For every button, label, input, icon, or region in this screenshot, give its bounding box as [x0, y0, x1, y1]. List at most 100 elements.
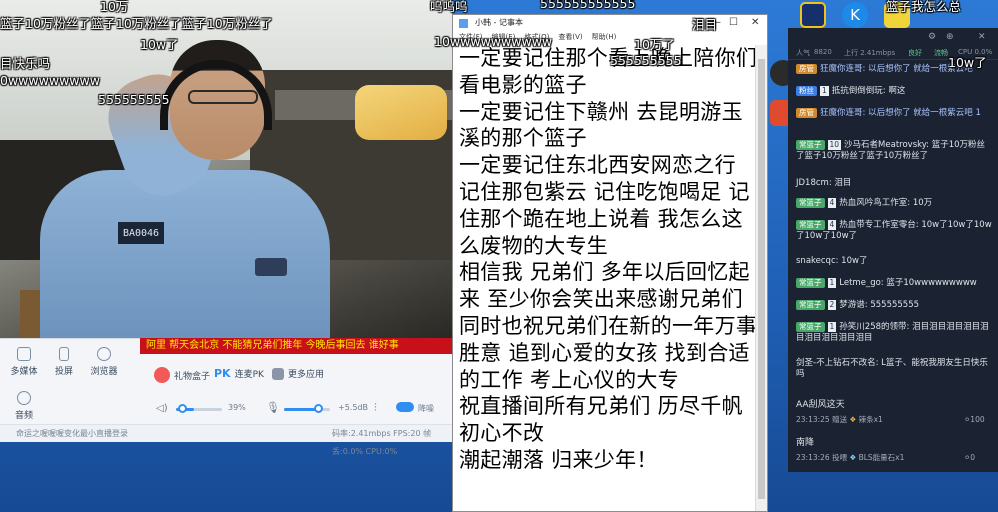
uniform-emblem [255, 258, 287, 276]
fan-level: 2 [827, 300, 837, 310]
browser-button[interactable]: 浏览器 [84, 347, 124, 377]
gift-value: ⚪0 [964, 453, 976, 462]
yellow-pillow [355, 85, 447, 140]
speaker-icon[interactable]: ◁) [156, 403, 168, 414]
gift-value: ⚪100 [964, 415, 985, 424]
popularity-label: 人气 [796, 49, 810, 57]
glasses [188, 90, 258, 104]
equalizer-icon[interactable]: ⫶ [374, 401, 377, 415]
room-admin-badge: 房管 [796, 108, 817, 118]
uniform-badge: BA0046 [118, 222, 164, 244]
phone-icon [59, 347, 69, 361]
volume-knob[interactable] [178, 404, 187, 413]
status-left-text: 命运之喔喔喔变化最小直播登录 [16, 429, 128, 438]
gift-record: 23:13:25 赠送 ❖ 辣条x1 ⚪100 [796, 415, 985, 424]
scrolling-ticker: 阿里 帮天会北京 不能猜兄弟们推年 今晚后事回去 谁好事 [140, 338, 452, 354]
chat-message: 常篮子 2 梦游谱: 555555555 [796, 300, 992, 311]
fan-level: 1 [820, 86, 829, 96]
media-icon [17, 347, 31, 361]
chat-message: 常篮子 4 热血风吟鸟工作室: 10万 [796, 198, 992, 209]
chat-message: JD18cm: 泪目 [796, 178, 852, 188]
notepad-window[interactable]: 小韩 - 记事本 — ☐ ✕ 文件(F) 编辑(E) 格式(O) 查看(V) 帮… [452, 14, 768, 512]
chat-message: 粉丝 1 抵抗倒倒倒玩: 啊这 [796, 86, 992, 97]
mic-slider[interactable] [284, 408, 330, 411]
danmaku-comment: 10wwwwwwwwww [434, 34, 553, 49]
danmaku-comment: 0wwwwwwwww [0, 73, 100, 88]
chat-message: 房管 狂魔你连哥: 以后想你了 就给一根紫云吧 1 [796, 108, 992, 119]
danmaku-comment: 555555555 [610, 53, 682, 68]
fan-badge: 常篮子 [796, 300, 825, 310]
webcam-feed: BA0046 [0, 0, 452, 338]
danmaku-comment: 10w了 [140, 37, 179, 52]
pin-icon[interactable]: ⊕ [946, 32, 954, 42]
fan-badge: 常篮子 [796, 140, 825, 150]
danmaku-comment: 篮子10万粉丝了篮子10万粉丝了篮子10万粉丝了 [0, 16, 273, 31]
pk-button[interactable]: PK 连麦PK [214, 367, 264, 380]
gift-icon: ❖ [849, 415, 857, 424]
fan-level: 4 [827, 220, 837, 230]
danmaku-comment: 555555555555 [540, 0, 636, 11]
upload-rate: 上行 2.41mbps [844, 49, 896, 57]
globe-icon [97, 347, 111, 361]
danmaku-comment: 篮子我怎么总 [886, 0, 962, 14]
fan-badge: 常篮子 [796, 198, 825, 208]
more-apps-button[interactable]: 更多应用 [272, 367, 324, 380]
panel-close-icon[interactable]: ✕ [978, 32, 986, 42]
music-icon [17, 391, 31, 405]
media-button[interactable]: 多媒体 [4, 347, 44, 377]
fan-level: 1 [827, 278, 837, 288]
chat-message: 剑圣-不上钻石不改名: L篮子、能祝我朋友生日快乐吗 [796, 358, 988, 379]
mic-icon[interactable]: 🎙 [266, 401, 280, 414]
room-admin-badge: 房管 [796, 64, 817, 74]
kugou-icon[interactable]: K [842, 2, 868, 28]
noise-reduction-label: 降噪 [418, 404, 434, 413]
fan-level: 4 [827, 198, 837, 208]
settings-icon[interactable]: ⚙ [928, 32, 936, 42]
gift-box-button[interactable]: 礼物盒子 [154, 367, 210, 383]
popularity-value: 8820 [814, 48, 832, 56]
notepad-title: 小韩 - 记事本 [475, 18, 523, 27]
live-chat-panel: 人气 8820 上行 2.41mbps 良好 流畅 CPU 0.0% ⚙ ⊕ ✕… [788, 28, 998, 472]
notepad-app-icon [459, 19, 468, 28]
close-icon[interactable]: ✕ [751, 15, 759, 31]
maximize-icon[interactable]: ☐ [729, 15, 738, 31]
danmaku-comment: 呜呜呜 [430, 0, 468, 14]
volume-value: 39% [228, 403, 246, 412]
streamer-body [40, 170, 330, 338]
fan-level: 10 [827, 140, 842, 150]
gift-icon: ❖ [849, 453, 857, 462]
chat-message: 常篮子 10 沙马石者Meatrovsky: 篮子10万粉丝了篮子10万粉丝了篮子1… [796, 140, 986, 161]
notepad-text-area[interactable]: 一定要记住那个看上晚上陪你们看电影的篮子 一定要记住下赣州 去昆明游玉溪的那个篮… [459, 45, 759, 507]
fan-badge: 常篮子 [796, 322, 825, 332]
gift-record: 23:13:26 投喂 ❖ BLS能量石x1 ⚪0 [796, 453, 976, 462]
fan-badge: 常篮子 [796, 278, 825, 288]
fan-level: 1 [827, 322, 837, 332]
danmaku-comment: 555555555 [98, 92, 170, 107]
app-icon-1[interactable] [800, 2, 826, 28]
audio-button[interactable]: 音频 [4, 391, 44, 421]
notepad-scrollbar[interactable] [755, 45, 767, 511]
notepad-title-bar[interactable]: 小韩 - 记事本 — ☐ ✕ [453, 15, 767, 31]
danmaku-comment: 目快乐吗 [0, 56, 51, 71]
cast-button[interactable]: 投屏 [44, 347, 84, 377]
chat-message: 常篮子 1 Letme_go: 篮子10wwwwwwwww [796, 278, 992, 289]
mic-gain-value: +5.5dB [338, 403, 368, 412]
status-bar: 命运之喔喔喔变化最小直播登录 码率:2.41mbps FPS:20 帧丢:0.0… [0, 424, 452, 456]
menu-help[interactable]: 帮助(H) [592, 31, 617, 43]
gift-icon [154, 367, 170, 383]
menu-view[interactable]: 查看(V) [558, 31, 582, 43]
chat-message: 常篮子 1 孙笑川258的领带: 泪目泪目泪目泪目泪目泪目泪目泪目泪目 [796, 322, 989, 343]
danmaku-comment: 10万了 [634, 37, 675, 52]
stream-status: 流畅 [934, 49, 948, 57]
gift-user: AA刮风这天 [796, 400, 845, 410]
pk-icon: PK [214, 367, 231, 380]
mic-knob[interactable] [314, 404, 323, 413]
danmaku-comment: 10w了 [948, 55, 987, 70]
status-right-text: 码率:2.41mbps FPS:20 帧丢:0.0% CPU:0% [332, 429, 432, 456]
gift-user: 南降 [796, 438, 815, 448]
network-status: 良好 [908, 49, 922, 57]
chat-message: snakecqc: 10w了 [796, 256, 868, 266]
danmaku-comment: 泪目 [692, 17, 718, 32]
noise-reduction-toggle[interactable] [396, 402, 414, 412]
chat-message: 常篮子 4 热血带专工作室零台: 10w了10w了10w了10w了10w了 [796, 220, 992, 241]
